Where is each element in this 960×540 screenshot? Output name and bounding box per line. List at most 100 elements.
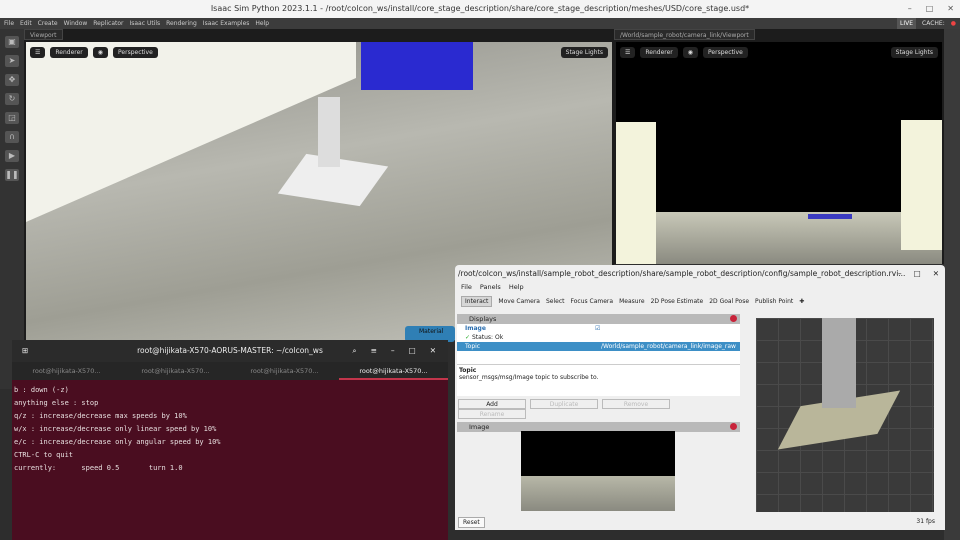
pause-tool-icon[interactable]: ❚❚ xyxy=(5,169,19,181)
menu-rendering[interactable]: Rendering xyxy=(166,18,197,29)
search-icon[interactable]: ⌕ xyxy=(352,340,356,362)
displays-title: Displays xyxy=(469,315,497,323)
window-title: Isaac Sim Python 2023.1.1 - /root/colcon… xyxy=(210,4,750,13)
move-camera-tool[interactable]: Move Camera xyxy=(498,298,540,305)
select-tool-icon[interactable]: ▣ xyxy=(5,36,19,48)
rviz-3d-view[interactable] xyxy=(756,318,934,512)
stage-lights-button[interactable]: Stage Lights xyxy=(890,46,938,58)
minimize-icon[interactable]: – xyxy=(391,340,395,362)
new-tab-icon[interactable]: ⊞ xyxy=(22,340,28,362)
reset-button[interactable]: Reset xyxy=(458,517,485,528)
cache-indicator-icon: ● xyxy=(950,20,956,27)
measure-tool[interactable]: Measure xyxy=(619,298,645,305)
settings-icon[interactable]: ☰ xyxy=(620,46,636,58)
camera-button[interactable]: Perspective xyxy=(703,46,748,58)
enabled-checkbox[interactable]: ☑ xyxy=(595,324,600,333)
publish-point-tool[interactable]: Publish Point xyxy=(755,298,793,305)
minimize-button[interactable]: – xyxy=(908,0,912,18)
goal-pose-tool[interactable]: 2D Goal Pose xyxy=(709,298,749,305)
display-name: Image xyxy=(465,325,486,332)
menu-edit[interactable]: Edit xyxy=(20,18,32,29)
maximize-icon[interactable]: □ xyxy=(409,340,416,362)
terminal-line: anything else : stop xyxy=(14,399,99,407)
right-panel-strip xyxy=(944,29,960,540)
maximize-button[interactable]: □ xyxy=(926,0,934,18)
topic-row[interactable]: Topic/World/sample_robot/camera_link/ima… xyxy=(457,342,740,351)
terminal-line: w/x : increase/decrease only linear spee… xyxy=(14,425,217,433)
menu-file[interactable]: File xyxy=(4,18,14,29)
left-wall xyxy=(616,122,656,264)
terminal-tab[interactable]: root@hijikata-X570... xyxy=(12,362,121,380)
close-panel-icon[interactable] xyxy=(730,423,737,430)
live-badge[interactable]: LIVE xyxy=(897,18,917,29)
select-tool[interactable]: Select xyxy=(546,298,565,305)
cache-label: CACHE: xyxy=(922,20,945,27)
renderer-button[interactable]: Renderer xyxy=(50,46,88,58)
remove-button[interactable]: Remove xyxy=(602,399,670,409)
description-text: sensor_msgs/msg/Image topic to subscribe… xyxy=(459,374,599,381)
close-panel-icon[interactable] xyxy=(730,315,737,322)
rename-button[interactable]: Rename xyxy=(458,409,526,419)
close-icon[interactable]: ✕ xyxy=(933,265,939,282)
eye-icon[interactable]: ◉ xyxy=(682,46,699,58)
stage-lights-button[interactable]: Stage Lights xyxy=(560,46,608,58)
scale-tool-icon[interactable]: ◲ xyxy=(5,112,19,124)
menu-file[interactable]: File xyxy=(461,282,472,293)
close-icon[interactable]: ✕ xyxy=(430,340,436,362)
terminal-tab[interactable]: root@hijikata-X570... xyxy=(121,362,230,380)
right-wall xyxy=(901,120,942,250)
notification-text: Material xyxy=(419,328,444,335)
terminal-line: q/z : increase/decrease max speeds by 10… xyxy=(14,412,187,420)
terminal-line: e/c : increase/decrease only angular spe… xyxy=(14,438,221,446)
terminal-output[interactable]: b : down (-z) anything else : stop q/z : i… xyxy=(12,380,448,479)
pointer-tool-icon[interactable]: ➤ xyxy=(5,55,19,67)
display-item-image[interactable]: Image ☑ xyxy=(457,324,740,333)
focus-camera-tool[interactable]: Focus Camera xyxy=(570,298,613,305)
topic-value[interactable]: /World/sample_robot/camera_link/image_ra… xyxy=(601,342,736,351)
menu-isaac-examples[interactable]: Isaac Examples xyxy=(203,18,250,29)
menu-bar: File Edit Create Window Replicator Isaac Util… xyxy=(0,18,960,29)
add-tool-icon[interactable]: ✚ xyxy=(799,298,804,305)
interact-tool[interactable]: Interact xyxy=(461,295,493,307)
camera-button[interactable]: Perspective xyxy=(113,46,158,58)
terminal-tabs: root@hijikata-X570... root@hijikata-X570.… xyxy=(12,362,448,380)
viewport-tab[interactable]: Viewport xyxy=(24,29,63,40)
menu-isaac-utils[interactable]: Isaac Utils xyxy=(129,18,160,29)
terminal-line: b : down (-z) xyxy=(14,386,69,394)
play-tool-icon[interactable]: ▶ xyxy=(5,150,19,162)
floor xyxy=(616,212,942,264)
camera-scene[interactable]: ☰ Renderer ◉ Perspective Stage Lights xyxy=(616,42,942,264)
terminal-line: currently: speed 0.5 turn 1.0 xyxy=(14,464,183,472)
eye-icon[interactable]: ◉ xyxy=(92,46,109,58)
menu-help[interactable]: Help xyxy=(255,18,269,29)
maximize-icon[interactable]: □ xyxy=(914,265,921,282)
viewport-toolbar: ☰ Renderer ◉ Perspective Stage Lights xyxy=(26,44,612,60)
add-button[interactable]: Add xyxy=(458,399,526,409)
settings-icon[interactable]: ☰ xyxy=(30,46,46,58)
rviz-window: /root/colcon_ws/install/sample_robot_des… xyxy=(455,265,945,530)
menu-help[interactable]: Help xyxy=(509,282,524,293)
rotate-tool-icon[interactable]: ↻ xyxy=(5,93,19,105)
window-controls: – □ ✕ xyxy=(908,0,954,18)
camera-image xyxy=(521,431,675,511)
minimize-icon[interactable]: – xyxy=(898,265,902,282)
duplicate-button[interactable]: Duplicate xyxy=(530,399,598,409)
viewport-camera-tab[interactable]: /World/sample_robot/camera_link/Viewport xyxy=(614,29,755,40)
menu-icon[interactable]: ≡ xyxy=(371,340,377,362)
close-button[interactable]: ✕ xyxy=(947,0,954,18)
status-row[interactable]: ✓ Status: Ok xyxy=(457,333,740,342)
renderer-button[interactable]: Renderer xyxy=(640,46,678,58)
menu-panels[interactable]: Panels xyxy=(480,282,501,293)
move-tool-icon[interactable]: ✥ xyxy=(5,74,19,86)
terminal-tab-active[interactable]: root@hijikata-X570... xyxy=(339,362,448,380)
rviz-toolbar: Interact Move Camera Select Focus Camera Mea… xyxy=(455,293,945,309)
displays-panel: Displays Image ☑ ✓ Status: Ok Topic/World… xyxy=(457,314,740,511)
menu-create[interactable]: Create xyxy=(38,18,58,29)
menu-replicator[interactable]: Replicator xyxy=(93,18,123,29)
topic-label: Topic xyxy=(465,343,481,350)
image-panel-title: Image xyxy=(469,423,490,431)
terminal-tab[interactable]: root@hijikata-X570... xyxy=(230,362,339,380)
menu-window[interactable]: Window xyxy=(64,18,88,29)
snap-tool-icon[interactable]: ∩ xyxy=(5,131,19,143)
pose-estimate-tool[interactable]: 2D Pose Estimate xyxy=(651,298,704,305)
